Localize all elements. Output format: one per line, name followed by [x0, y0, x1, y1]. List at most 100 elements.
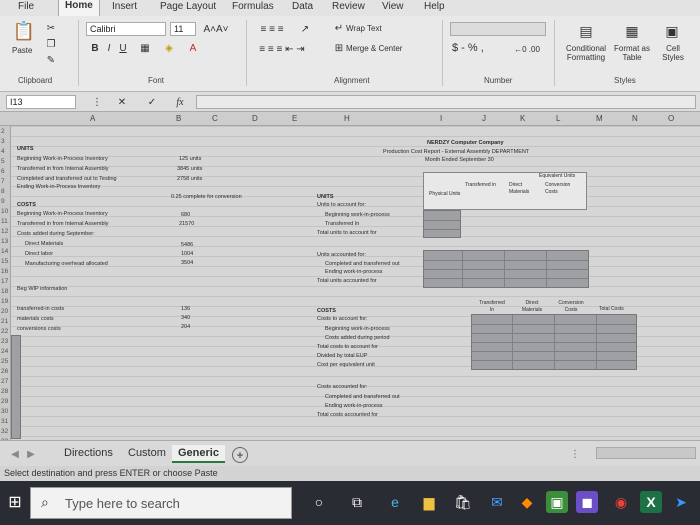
format-as-table-icon[interactable]: ▦ — [622, 22, 642, 40]
edge-browser-icon[interactable]: e — [384, 491, 406, 513]
app-green-icon[interactable]: ▣ — [546, 491, 568, 513]
merge-center-button[interactable]: Merge & Center — [346, 44, 402, 53]
row-header[interactable]: 5 — [1, 158, 5, 165]
file-explorer-icon[interactable]: ▆ — [418, 491, 440, 513]
row-header[interactable]: 2 — [1, 128, 5, 135]
fill-color-icon[interactable]: ◈ — [162, 42, 176, 54]
excel-icon[interactable]: X — [640, 491, 662, 513]
font-name-select[interactable]: Calibri — [86, 22, 166, 36]
wrap-text-button[interactable]: Wrap Text — [346, 24, 382, 33]
row-header[interactable]: 3 — [1, 138, 5, 145]
copy-icon[interactable]: ❐ — [44, 38, 58, 50]
tab-review[interactable]: Review — [332, 1, 365, 12]
decimal-adjust-icon[interactable]: ←0 .00 — [512, 42, 542, 56]
taskbar-search-box[interactable]: ⌕ Type here to search — [30, 487, 292, 519]
font-color-icon[interactable]: A — [186, 42, 200, 54]
app-blue-icon[interactable]: ➤ — [670, 491, 692, 513]
column-header[interactable]: O — [668, 114, 674, 123]
column-header[interactable]: N — [632, 114, 638, 123]
merge-center-icon[interactable]: ⊞ — [334, 42, 344, 54]
row-header[interactable]: 28 — [1, 388, 8, 395]
tab-help[interactable]: Help — [424, 1, 445, 12]
cell-styles-icon[interactable]: ▣ — [662, 22, 682, 40]
row-header[interactable]: 25 — [1, 358, 8, 365]
column-header[interactable]: I — [440, 114, 442, 123]
row-header[interactable]: 15 — [1, 258, 8, 265]
row-header[interactable]: 26 — [1, 368, 8, 375]
conditional-formatting-icon[interactable]: ▤ — [576, 22, 596, 40]
app-orange-icon[interactable]: ◆ — [516, 491, 538, 513]
row-header[interactable]: 17 — [1, 278, 8, 285]
row-header[interactable]: 31 — [1, 418, 8, 425]
vertical-align-icons[interactable]: ≡ ≡ ≡ — [252, 22, 292, 36]
cell-styles-button[interactable]: Cell Styles — [658, 44, 688, 62]
worksheet-grid[interactable]: UNITS Beginning Work-in-Process Inventor… — [11, 126, 700, 440]
paste-button[interactable]: Paste — [12, 46, 32, 55]
chrome-icon[interactable]: ◉ — [610, 491, 632, 513]
column-header[interactable]: A — [90, 114, 95, 123]
app-purple-icon[interactable]: ◼ — [576, 491, 598, 513]
tab-view[interactable]: View — [382, 1, 404, 12]
row-header[interactable]: 23 — [1, 338, 8, 345]
borders-icon[interactable]: ▦ — [138, 42, 152, 54]
horizontal-scrollbar[interactable] — [596, 447, 696, 459]
sheet-scroll-left-icon[interactable]: ◀ — [10, 448, 20, 460]
column-header[interactable]: H — [344, 114, 350, 123]
row-header[interactable]: 10 — [1, 208, 8, 215]
sheet-tab-custom[interactable]: Custom — [122, 445, 172, 461]
costs-table[interactable] — [471, 314, 637, 370]
row-header[interactable]: 16 — [1, 268, 8, 275]
column-header[interactable]: B — [176, 114, 181, 123]
horizontal-align-icons[interactable]: ≡ ≡ ≡ ⇤ ⇥ — [252, 42, 312, 56]
row-header[interactable]: 19 — [1, 298, 8, 305]
sheet-scroll-right-icon[interactable]: ▶ — [26, 448, 36, 460]
underline-icon[interactable]: U — [118, 42, 128, 54]
add-sheet-icon[interactable]: + — [232, 447, 248, 463]
number-format-buttons[interactable]: $ - % , — [452, 42, 484, 54]
row-header[interactable]: 20 — [1, 308, 8, 315]
more-options-icon[interactable]: ⋮ — [92, 96, 102, 108]
cortana-icon[interactable]: ○ — [308, 491, 330, 513]
row-header[interactable]: 11 — [1, 218, 8, 225]
font-grow-shrink-icon[interactable]: A˄A˅ — [203, 22, 228, 36]
tab-insert[interactable]: Insert — [112, 1, 137, 12]
number-format-select[interactable] — [450, 22, 546, 36]
sheet-tab-generic[interactable]: Generic — [172, 445, 225, 463]
row-header[interactable]: 9 — [1, 198, 5, 205]
wrap-text-icon[interactable]: ↵ — [334, 22, 344, 34]
paste-icon[interactable]: 📋 — [10, 20, 38, 42]
row-header[interactable]: 27 — [1, 378, 8, 385]
sheet-tab-directions[interactable]: Directions — [58, 445, 119, 461]
row-header[interactable]: 32 — [1, 428, 8, 435]
windows-start-icon[interactable]: ⊞ — [4, 491, 26, 513]
row-header[interactable]: 22 — [1, 328, 8, 335]
column-header[interactable]: L — [556, 114, 560, 123]
cancel-icon[interactable]: ✕ — [116, 96, 128, 108]
name-box[interactable]: I13 — [6, 95, 76, 109]
row-header[interactable]: 7 — [1, 178, 5, 185]
task-view-icon[interactable]: ⧉ — [346, 491, 368, 513]
column-header[interactable]: C — [212, 114, 218, 123]
store-icon[interactable]: 🛍 — [452, 491, 474, 513]
bold-icon[interactable]: B — [90, 42, 100, 54]
font-size-select[interactable]: 11 — [170, 22, 196, 36]
column-header[interactable]: D — [252, 114, 258, 123]
italic-icon[interactable]: I — [104, 42, 114, 54]
insert-function-icon[interactable]: fx — [172, 96, 188, 108]
format-as-table-button[interactable]: Format as Table — [612, 44, 652, 62]
enter-icon[interactable]: ✓ — [146, 96, 158, 108]
tab-formulas[interactable]: Formulas — [232, 1, 274, 12]
column-header[interactable]: K — [520, 114, 525, 123]
mail-icon[interactable]: ✉ — [486, 491, 508, 513]
tab-data[interactable]: Data — [292, 1, 313, 12]
tab-file[interactable]: File — [18, 1, 34, 12]
column-header[interactable]: E — [292, 114, 297, 123]
row-header[interactable]: 24 — [1, 348, 8, 355]
input-strip[interactable] — [11, 335, 21, 439]
units-input-table[interactable] — [423, 210, 461, 238]
more-sheets-icon[interactable]: ⋮ — [570, 448, 580, 460]
row-header[interactable]: 4 — [1, 148, 5, 155]
row-header[interactable]: 6 — [1, 168, 5, 175]
row-header[interactable]: 8 — [1, 188, 5, 195]
row-header[interactable]: 30 — [1, 408, 8, 415]
